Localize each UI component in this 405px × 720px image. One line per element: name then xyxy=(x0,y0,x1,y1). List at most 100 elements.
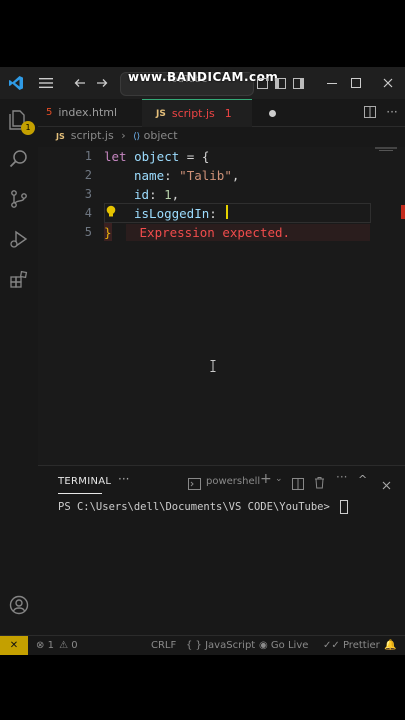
comma: , xyxy=(171,187,180,202)
error-circle-icon: ⊗ xyxy=(36,640,45,651)
terminal-icon xyxy=(188,475,201,494)
tab-index-html[interactable]: 5 index.html xyxy=(46,99,117,126)
tab-script-js[interactable]: JS script.js 1 xyxy=(142,99,276,127)
unsaved-dot-icon[interactable] xyxy=(269,110,276,117)
line-number: 5 xyxy=(84,225,92,239)
code-line-2: name: "Talib", xyxy=(134,166,239,185)
assign-open-brace: = { xyxy=(179,149,210,164)
line-number: 4 xyxy=(84,206,92,220)
warning-count: 0 xyxy=(71,640,78,651)
tab-label: index.html xyxy=(58,106,118,119)
run-debug-icon[interactable] xyxy=(0,223,38,255)
forward-arrow-icon[interactable] xyxy=(92,67,112,99)
braces-icon: { } xyxy=(186,640,202,651)
problems-indicator[interactable]: ⊗ 1 ⚠ 0 xyxy=(36,636,78,655)
number-value: 1 xyxy=(164,187,172,202)
js-icon: JS xyxy=(56,132,65,141)
identifier-object: object xyxy=(134,149,180,164)
line-number: 2 xyxy=(84,168,92,182)
mouse-ibeam-cursor xyxy=(210,357,216,376)
code-editor[interactable]: 1 2 3 4 5 let object = { name: "Talib", … xyxy=(38,147,405,465)
activity-bar: 1 xyxy=(0,99,38,654)
colon: : xyxy=(149,187,165,202)
lightbulb-icon[interactable] xyxy=(104,203,118,217)
code-line-3: id: 1, xyxy=(134,185,179,204)
colon: : xyxy=(164,168,180,183)
remote-indicator-icon[interactable]: ✕ xyxy=(0,636,28,655)
panel-more-icon[interactable]: ··· xyxy=(118,472,129,486)
warning-triangle-icon: ⚠ xyxy=(59,640,69,651)
breadcrumb-symbol[interactable]: object xyxy=(144,129,178,142)
explorer-badge: 1 xyxy=(21,121,35,135)
maximize-icon[interactable] xyxy=(344,67,368,99)
close-panel-icon[interactable] xyxy=(382,475,391,494)
language-label: JavaScript xyxy=(205,640,256,651)
more-actions-icon[interactable]: ··· xyxy=(383,96,401,128)
error-lens-background xyxy=(126,224,370,241)
toggle-sidebar-icon[interactable] xyxy=(272,67,288,99)
panel-more-actions-icon[interactable]: ··· xyxy=(336,470,347,484)
text-cursor xyxy=(226,205,228,219)
breadcrumb-file[interactable]: script.js xyxy=(71,129,114,142)
go-live-label: Go Live xyxy=(270,640,309,651)
html5-icon: 5 xyxy=(46,107,53,118)
js-icon: JS xyxy=(156,108,166,119)
prettier-label: Prettier xyxy=(342,640,380,651)
property-key: id xyxy=(134,187,150,202)
breadcrumb-separator-icon: › xyxy=(121,129,126,142)
minimap[interactable] xyxy=(373,147,405,465)
current-line-highlight xyxy=(104,203,371,223)
language-mode[interactable]: { } JavaScript xyxy=(186,636,255,655)
comma: , xyxy=(231,168,240,183)
source-control-icon[interactable] xyxy=(0,183,38,215)
split-editor-icon[interactable] xyxy=(361,96,379,128)
explorer-icon[interactable]: 1 xyxy=(0,103,38,135)
symbol-variable-icon: ⟨⟩ xyxy=(133,132,141,142)
maximize-panel-chevron-icon[interactable]: ^ xyxy=(358,473,367,486)
back-arrow-icon[interactable] xyxy=(70,67,90,99)
terminal-dropdown-chevron-icon[interactable]: ⌄ xyxy=(275,474,283,484)
title-bar: YouTube www.BANDICAM.com xyxy=(0,67,405,99)
close-icon[interactable] xyxy=(376,67,400,99)
menu-icon[interactable] xyxy=(34,67,58,99)
line-numbers: 1 2 3 4 5 xyxy=(72,147,92,242)
split-terminal-icon[interactable] xyxy=(292,475,304,494)
tab-problem-count: 1 xyxy=(224,107,232,120)
terminal-cursor xyxy=(340,500,349,514)
terminal-output[interactable]: PS C:\Users\dell\Documents\VS CODE\YouTu… xyxy=(58,500,349,514)
line-number: 3 xyxy=(84,187,92,201)
vscode-logo-icon xyxy=(2,67,30,99)
editor-tabs: 5 index.html JS script.js 1 ··· xyxy=(38,99,405,127)
go-live-button[interactable]: ◉ Go Live xyxy=(259,636,308,655)
notifications-bell-icon[interactable]: 🔔 xyxy=(384,636,396,655)
string-value: "Talib" xyxy=(179,168,232,183)
error-highlight xyxy=(104,223,112,241)
keyword-let: let xyxy=(104,149,127,164)
line-number: 1 xyxy=(84,149,92,163)
eol-indicator[interactable]: CRLF xyxy=(151,636,176,655)
terminal-prompt: PS C:\Users\dell\Documents\VS CODE\YouTu… xyxy=(58,501,337,513)
new-terminal-plus-icon[interactable]: + xyxy=(260,471,272,487)
error-scroll-marker xyxy=(401,205,405,219)
breadcrumb: JS script.js › ⟨⟩ object xyxy=(56,129,178,142)
terminal-shell-name[interactable]: powershell xyxy=(206,476,260,487)
prettier-status[interactable]: ✓✓ Prettier xyxy=(323,636,380,655)
account-icon[interactable] xyxy=(0,589,38,621)
tab-terminal[interactable]: TERMINAL xyxy=(58,476,111,487)
active-tab-underline xyxy=(58,493,102,494)
code-line-1: let object = { xyxy=(104,147,209,166)
terminal-panel: TERMINAL ··· powershell + ⌄ ··· ^ PS C:\… xyxy=(38,465,405,638)
status-bar: ✕ ⊗ 1 ⚠ 0 CRLF { } JavaScript ◉ Go Live … xyxy=(0,635,405,655)
extensions-icon[interactable] xyxy=(0,263,38,295)
search-icon[interactable] xyxy=(0,143,38,175)
property-key: name xyxy=(134,168,165,183)
kill-terminal-trash-icon[interactable] xyxy=(314,474,325,493)
vscode-window: YouTube www.BANDICAM.com 1 5 index.html … xyxy=(0,67,405,655)
broadcast-icon: ◉ xyxy=(259,640,268,651)
double-check-icon: ✓✓ xyxy=(323,640,340,651)
minimize-icon[interactable] xyxy=(320,67,344,99)
toggle-secondary-sidebar-icon[interactable] xyxy=(290,67,306,99)
error-count: 1 xyxy=(47,640,54,651)
tab-label: script.js xyxy=(171,107,215,120)
layout-icon[interactable] xyxy=(254,67,270,99)
